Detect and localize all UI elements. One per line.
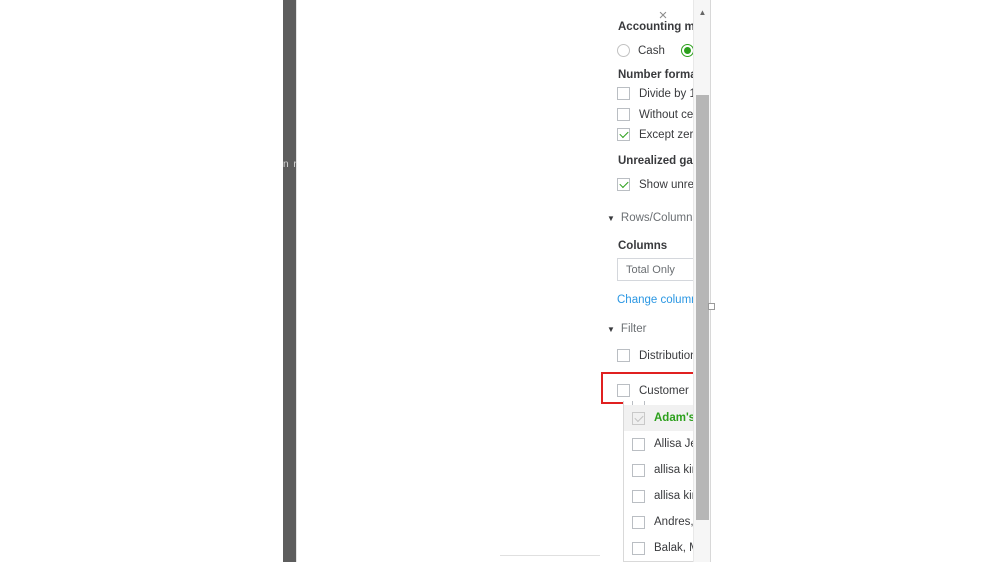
- checkbox-divide-by-1000-box: [617, 87, 630, 100]
- bottom-divider: [500, 555, 600, 556]
- chevron-down-icon: ▼: [607, 325, 615, 334]
- list-item-label: allisa kim:key and ari: [654, 490, 693, 502]
- number-format-heading: Number format: [618, 69, 693, 81]
- rows-columns-title: Rows/Columns: [621, 212, 693, 224]
- checkbox-distribution-account[interactable]: Distribution Account: [617, 349, 693, 362]
- list-item[interactable]: Adam's Candy Shop: [624, 405, 693, 431]
- list-item[interactable]: Allisa Jeon: [624, 431, 693, 457]
- background-page-left: [0, 0, 283, 562]
- list-item-label: Andres, Cristina: [654, 516, 693, 528]
- list-item[interactable]: allisa kim:key and ari: [624, 483, 693, 509]
- checkbox-without-cents-label: Without cents: [639, 109, 693, 121]
- checkbox-customer[interactable]: Customer: [617, 384, 689, 397]
- customize-report-panel: × Accounting method Cash Accrual Number …: [296, 0, 711, 562]
- checkbox-customer-box: [617, 384, 630, 397]
- list-item[interactable]: allisa kim: [624, 457, 693, 483]
- unrealized-heading: Unrealized gain or loss: [618, 155, 693, 167]
- background-dark-strip: [283, 0, 296, 562]
- list-item-checkbox: [632, 490, 645, 503]
- radio-accrual[interactable]: Accrual: [681, 44, 693, 57]
- list-item[interactable]: Andres, Cristina: [624, 509, 693, 535]
- filter-title: Filter: [621, 323, 647, 335]
- rows-columns-disclosure[interactable]: ▼ Rows/Columns: [607, 212, 693, 224]
- radio-cash-label: Cash: [638, 45, 665, 57]
- filter-disclosure[interactable]: ▼ Filter: [607, 323, 646, 335]
- scroll-up-icon[interactable]: ▲: [694, 6, 711, 20]
- list-item-checkbox: [632, 542, 645, 555]
- customer-dropdown-list[interactable]: Adam's Candy Shop Allisa Jeon allisa kim…: [623, 405, 693, 562]
- list-item-checkbox: [632, 516, 645, 529]
- background-strip-text: n r: [283, 158, 296, 172]
- list-item[interactable]: Balak, Mike: [624, 535, 693, 561]
- columns-select-value: Total Only: [618, 264, 693, 276]
- radio-accrual-icon: [681, 44, 693, 57]
- checkbox-show-unrealized-label: Show unrealized gain or loss: [639, 179, 693, 191]
- columns-label: Columns: [618, 240, 667, 252]
- checkbox-divide-by-1000-label: Divide by 1000: [639, 88, 693, 100]
- checkbox-except-zero-amount-box: [617, 128, 630, 141]
- checkbox-customer-label: Customer: [639, 385, 689, 397]
- panel-resize-handle[interactable]: [708, 303, 715, 310]
- checkbox-except-zero-amount-label: Except zero amount: [639, 129, 693, 141]
- radio-cash-icon: [617, 44, 630, 57]
- change-columns-link[interactable]: Change columns: [617, 294, 693, 306]
- list-item-label: Adam's Candy Shop: [654, 412, 693, 424]
- list-item-checkbox: [632, 438, 645, 451]
- list-item-label: Balak, Mike: [654, 542, 693, 554]
- panel-body: × Accounting method Cash Accrual Number …: [297, 0, 693, 562]
- checkbox-distribution-account-label: Distribution Account: [639, 350, 693, 362]
- checkbox-show-unrealized[interactable]: Show unrealized gain or loss: [617, 178, 693, 191]
- list-item-checkbox: [632, 464, 645, 477]
- checkbox-divide-by-1000[interactable]: Divide by 1000: [617, 87, 693, 100]
- background-page-right: [711, 0, 999, 562]
- checkbox-without-cents[interactable]: Without cents: [617, 108, 693, 121]
- chevron-down-icon: ▼: [607, 214, 615, 223]
- checkbox-show-unrealized-box: [617, 178, 630, 191]
- panel-scrollbar[interactable]: ▲: [693, 0, 710, 562]
- radio-cash[interactable]: Cash: [617, 44, 665, 57]
- accounting-method-radio-group[interactable]: Cash Accrual: [617, 44, 693, 57]
- screenshot-root: n r × Accounting method Cash Accrual Num…: [0, 0, 999, 562]
- checkbox-without-cents-box: [617, 108, 630, 121]
- checkbox-except-zero-amount[interactable]: Except zero amount: [617, 128, 693, 141]
- accounting-method-heading: Accounting method: [618, 21, 693, 33]
- columns-select[interactable]: Total Only ▼: [617, 258, 693, 281]
- checkbox-distribution-account-box: [617, 349, 630, 362]
- list-item-label: Allisa Jeon: [654, 438, 693, 450]
- list-item-label: allisa kim: [654, 464, 693, 476]
- list-item-checkbox: [632, 412, 645, 425]
